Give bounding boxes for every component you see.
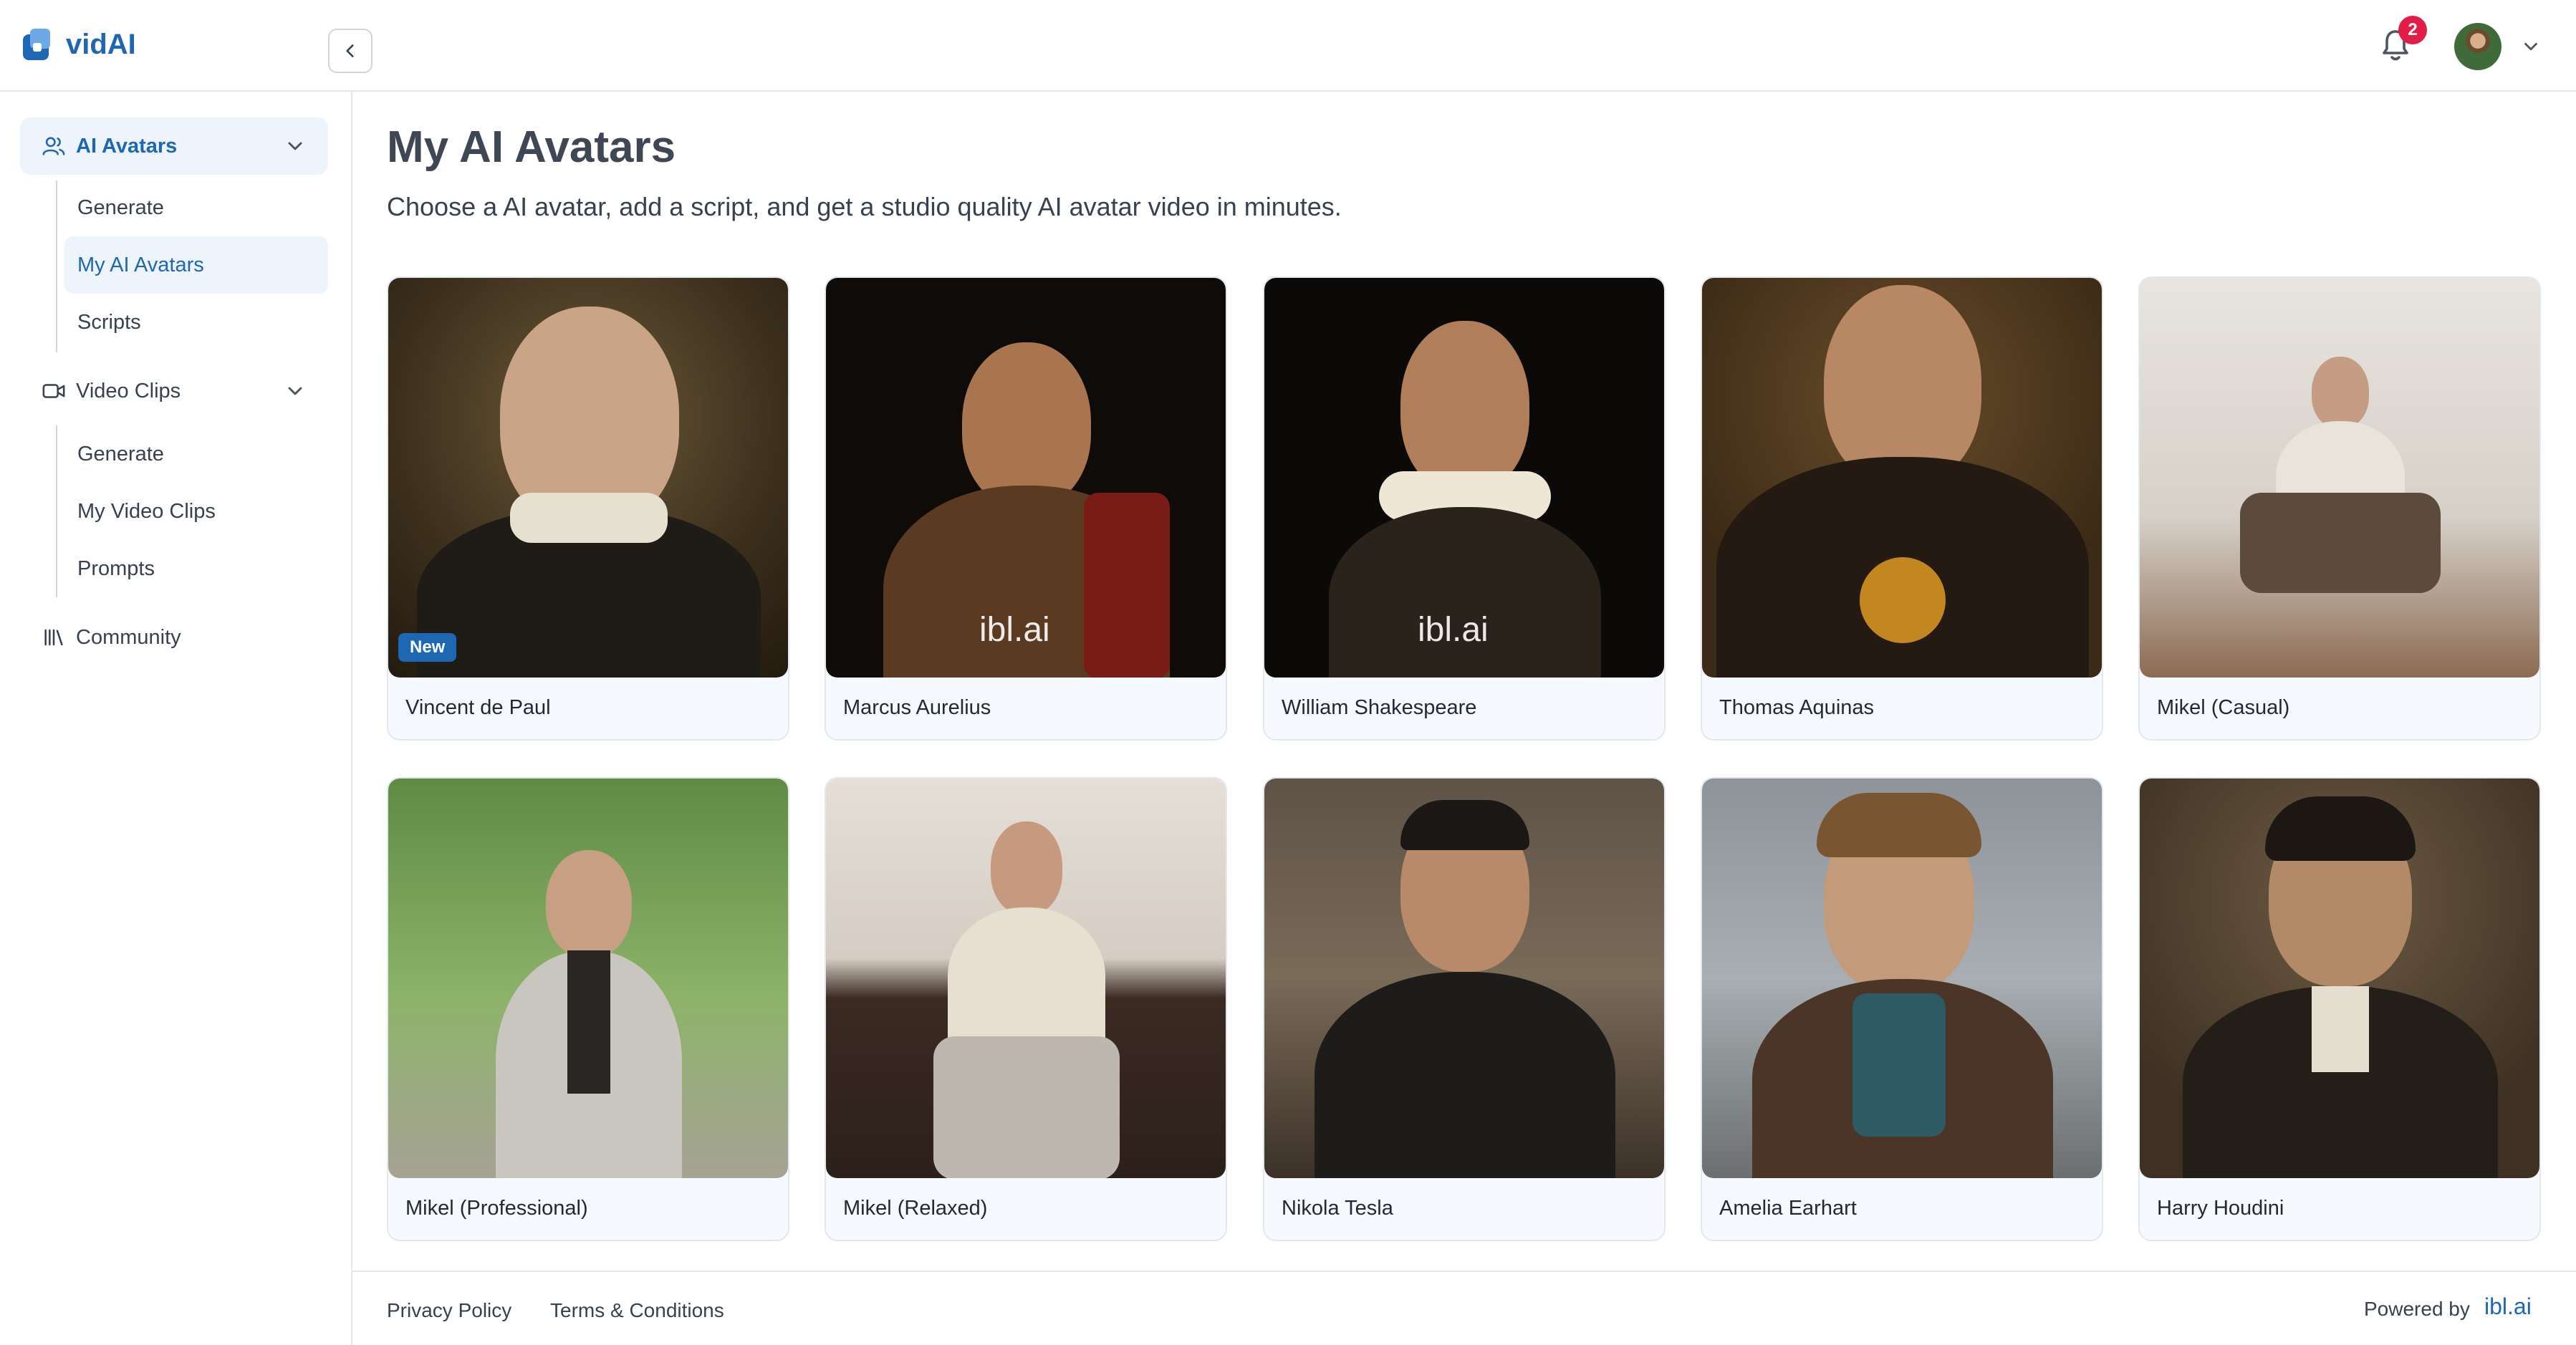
- avatar-name: Mikel (Casual): [2157, 696, 2290, 719]
- avatar-card-harry-houdini[interactable]: Harry Houdini: [2138, 777, 2541, 1241]
- library-icon: [44, 629, 63, 646]
- new-badge: New: [398, 633, 457, 662]
- chevron-down-icon: [288, 142, 302, 150]
- sidebar-group-label: Community: [76, 625, 181, 649]
- app-logo[interactable]: vidAI: [20, 26, 136, 63]
- avatar-card-marcus-aurelius[interactable]: ibl.ai Marcus Aurelius: [825, 276, 1227, 741]
- page-subtitle: Choose a AI avatar, add a script, and ge…: [387, 192, 1342, 221]
- avatar-image: [388, 778, 788, 1178]
- avatar-name: Vincent de Paul: [405, 696, 551, 719]
- sidebar-item-my-ai-avatars[interactable]: My AI Avatars: [64, 236, 328, 294]
- ibl-watermark: ibl.ai: [1418, 611, 1489, 649]
- sidebar-item-prompts[interactable]: Prompts: [64, 540, 328, 597]
- avatar-image: [2140, 278, 2539, 678]
- video-icon: [42, 384, 65, 398]
- avatar-card-amelia-earhart[interactable]: Amelia Earhart: [1701, 777, 2103, 1241]
- submenu-divider: [56, 180, 57, 352]
- vidai-logo-icon: [23, 29, 50, 60]
- sidebar-item-generate-clip[interactable]: Generate: [64, 425, 328, 483]
- sidebar-group-label: Video Clips: [76, 379, 181, 402]
- ibl-watermark: ibl.ai: [979, 611, 1050, 649]
- page-title: My AI Avatars: [387, 122, 676, 172]
- avatar-card-vincent-de-paul[interactable]: New Vincent de Paul: [387, 276, 789, 741]
- sidebar-group-video-clips[interactable]: Video Clips: [20, 362, 328, 420]
- terms-link[interactable]: Terms & Conditions: [550, 1299, 724, 1322]
- collapse-sidebar-button[interactable]: [328, 29, 373, 73]
- avatar-image: [1702, 778, 2102, 1178]
- avatar-name: Mikel (Professional): [405, 1197, 588, 1220]
- avatar-image: [1702, 278, 2102, 678]
- avatar-card-william-shakespeare[interactable]: ibl.ai William Shakespeare: [1263, 276, 1666, 741]
- privacy-policy-link[interactable]: Privacy Policy: [387, 1299, 511, 1322]
- chevron-down-icon[interactable]: [2520, 36, 2542, 57]
- chevron-down-icon: [288, 387, 302, 395]
- notification-badge: 2: [2398, 16, 2427, 44]
- powered-by-label: Powered by: [2364, 1298, 2470, 1320]
- users-icon: [42, 137, 65, 155]
- chevron-left-icon: [346, 44, 354, 57]
- sidebar-group-ai-avatars[interactable]: AI Avatars: [20, 117, 328, 175]
- avatar-card-thomas-aquinas[interactable]: Thomas Aquinas: [1701, 276, 2103, 741]
- avatar-name: Nikola Tesla: [1282, 1197, 1393, 1220]
- avatar-name: William Shakespeare: [1282, 696, 1477, 719]
- top-bar: vidAI 2: [0, 0, 2576, 92]
- avatar-image: [1264, 778, 1664, 1178]
- ibl-logo[interactable]: ibl.ai: [2484, 1293, 2532, 1320]
- avatar-name: Marcus Aurelius: [843, 696, 991, 719]
- avatar-image: [388, 278, 788, 678]
- sidebar: AI Avatars Generate My AI Avatars Script…: [0, 92, 352, 1345]
- avatar-name: Mikel (Relaxed): [843, 1197, 988, 1220]
- avatar-name: Amelia Earhart: [1719, 1197, 1857, 1220]
- footer: Privacy Policy Terms & Conditions: [352, 1271, 2576, 1345]
- sidebar-item-generate-avatar[interactable]: Generate: [64, 179, 328, 236]
- sidebar-item-my-video-clips[interactable]: My Video Clips: [64, 483, 328, 540]
- avatar-card-mikel-relaxed[interactable]: Mikel (Relaxed): [825, 777, 1227, 1241]
- avatar-card-nikola-tesla[interactable]: Nikola Tesla: [1263, 777, 1666, 1241]
- avatar-name: Thomas Aquinas: [1719, 696, 1875, 719]
- avatar-image: [826, 778, 1226, 1178]
- sidebar-item-scripts[interactable]: Scripts: [64, 294, 328, 351]
- avatar-image: [2140, 778, 2539, 1178]
- sidebar-group-label: AI Avatars: [76, 134, 178, 158]
- brand-name: vidAI: [66, 28, 136, 60]
- avatar-card-mikel-professional[interactable]: Mikel (Professional): [387, 777, 789, 1241]
- submenu-divider: [56, 425, 57, 597]
- sidebar-item-community[interactable]: Community: [20, 609, 328, 666]
- avatar-name: Harry Houdini: [2157, 1197, 2284, 1220]
- user-avatar[interactable]: [2454, 23, 2501, 70]
- avatar-card-mikel-casual[interactable]: Mikel (Casual): [2138, 276, 2541, 741]
